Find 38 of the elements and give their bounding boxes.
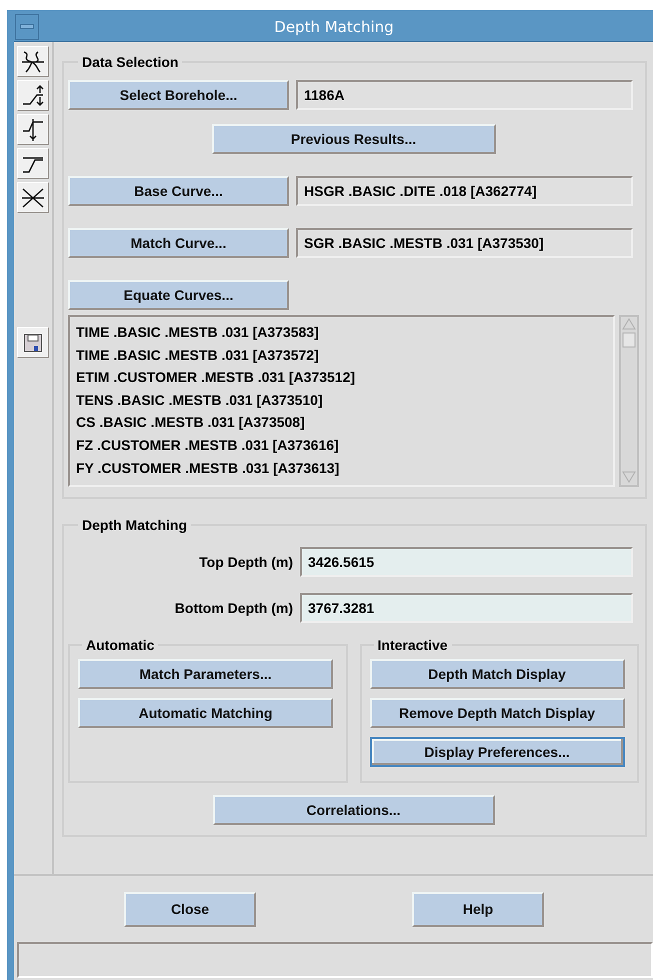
dash-icon <box>20 24 34 29</box>
group-title: Depth Matching <box>81 517 188 533</box>
depth-field[interactable]: 3426.5615 <box>300 547 633 577</box>
action-button[interactable]: Remove Depth Match Display <box>370 698 624 728</box>
match-curve-field: SGR .BASIC .MESTB .031 [A373530] <box>296 228 633 258</box>
match-curve-button[interactable]: Match Curve... <box>68 228 289 258</box>
curve-list-item[interactable]: TENS .BASIC .MESTB .031 [A373510] <box>76 388 607 412</box>
action-button[interactable]: Match Parameters... <box>78 659 333 689</box>
depth-label: Bottom Depth (m) <box>174 600 293 616</box>
curve-list-item[interactable]: TIME .BASIC .MESTB .031 [A373583] <box>76 321 607 344</box>
scrollbar[interactable] <box>619 315 639 487</box>
action-button[interactable]: Display Preferences... <box>370 737 624 767</box>
save-icon[interactable] <box>23 332 43 352</box>
equate-curves-button[interactable]: Equate Curves... <box>68 280 289 310</box>
depth-field[interactable]: 3767.3281 <box>300 593 633 623</box>
step-curve-icon[interactable] <box>20 116 46 142</box>
step-curve-icon[interactable] <box>20 82 46 108</box>
action-button[interactable]: Automatic Matching <box>78 698 333 728</box>
correlations-button[interactable]: Correlations... <box>212 795 494 825</box>
base-curve-field: HSGR .BASIC .DITE .018 [A362774] <box>296 176 633 206</box>
previous-results-button[interactable]: Previous Results... <box>212 124 496 154</box>
curve-list-item[interactable]: CS .BASIC .MESTB .031 [A373508] <box>76 411 607 434</box>
curve-list-item[interactable]: FZ .CUSTOMER .MESTB .031 [A373616] <box>76 434 607 457</box>
curve-list-item[interactable]: TIME .BASIC .MESTB .031 [A373572] <box>76 344 607 366</box>
close-button[interactable]: Close <box>124 892 256 926</box>
curve-list-item[interactable]: FY .CUSTOMER .MESTB .031 [A373613] <box>76 456 607 480</box>
curve-list-item[interactable]: ETIM .CUSTOMER .MESTB .031 [A373512] <box>76 366 607 389</box>
base-curve-button[interactable]: Base Curve... <box>68 176 289 206</box>
window-title: Depth Matching <box>273 18 395 36</box>
select-borehole-button[interactable]: Select Borehole... <box>68 80 289 110</box>
group-title: Interactive <box>376 637 449 653</box>
action-button[interactable]: Depth Match Display <box>370 659 624 689</box>
curve-crossing-icon[interactable] <box>20 48 46 74</box>
help-button[interactable]: Help <box>412 892 544 926</box>
borehole-field: 1186A <box>296 80 633 110</box>
depth-label: Top Depth (m) <box>198 554 293 570</box>
group-title: Data Selection <box>81 54 180 70</box>
group-title: Automatic <box>85 637 156 653</box>
